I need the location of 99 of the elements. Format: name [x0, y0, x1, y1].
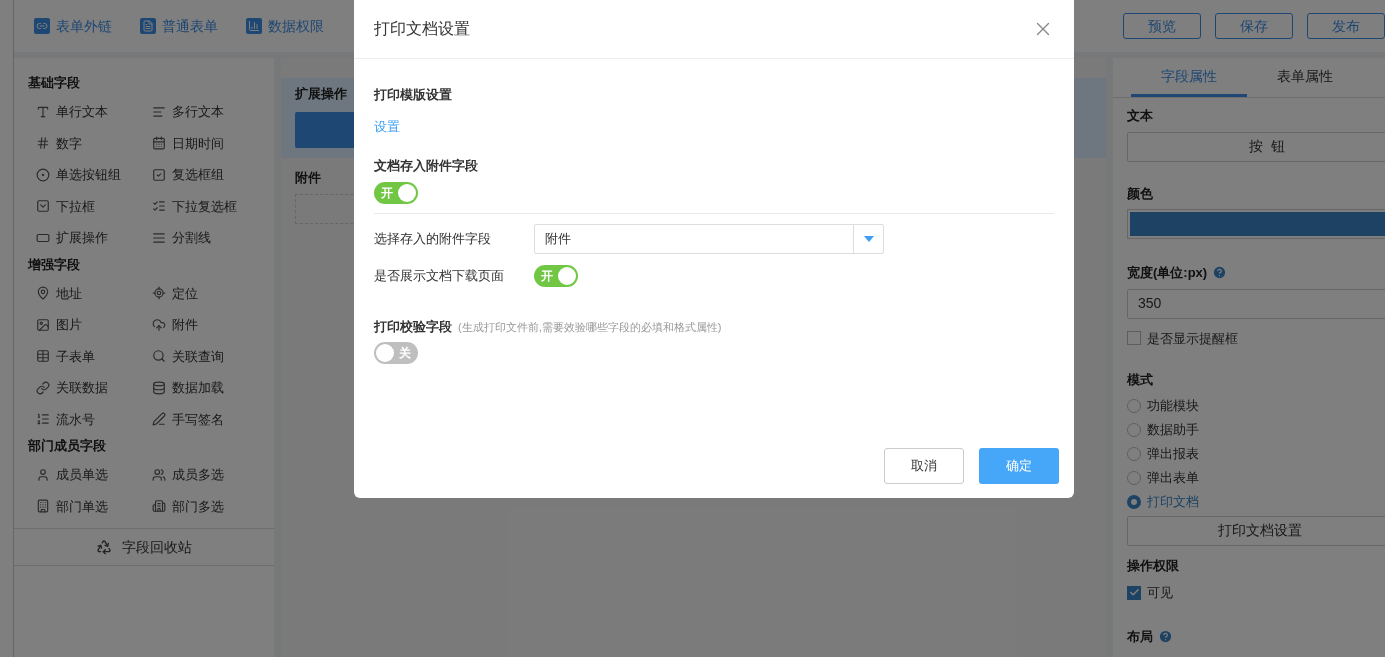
field-label: 是否展示文档下载页面 — [374, 266, 505, 285]
select-field[interactable]: 附件 — [534, 223, 884, 254]
field-item[interactable]: 下拉复选框 — [144, 190, 260, 222]
hint-text: (生成打印文件前,需要效验哪些字段的必填和格式属性) — [458, 319, 722, 335]
radio-button[interactable] — [1127, 494, 1141, 509]
field-type-icon — [152, 104, 166, 119]
caret-icon — [863, 235, 874, 242]
field-item[interactable]: 单选按钮组 — [28, 159, 144, 191]
group-title: 增强字段 — [28, 255, 81, 274]
field-type-icon — [36, 286, 50, 301]
field-type-icon — [36, 380, 50, 395]
recycle-icon — [96, 539, 112, 555]
field-label: 选择存入的附件字段 — [374, 229, 492, 248]
field-type-icon — [36, 467, 50, 482]
radio-label: 功能模块 — [1147, 396, 1199, 415]
recycle-bin-button[interactable]: 字段回收站 — [14, 528, 274, 566]
property-label: 宽度(单位:px) — [1127, 264, 1208, 282]
field-type-icon — [152, 286, 166, 301]
document-icon — [140, 18, 156, 34]
print-settings-button[interactable]: 打印文档设置 — [1127, 515, 1385, 546]
field-item[interactable]: 手写签名 — [144, 403, 260, 435]
property-label: 颜色 — [1127, 184, 1154, 203]
field-type-icon — [36, 104, 50, 119]
field-type-icon — [36, 317, 50, 332]
property-label: 操作权限 — [1127, 556, 1180, 575]
radio-label: 打印文档 — [1147, 492, 1199, 511]
section-label: 打印模版设置 — [374, 86, 453, 104]
field-type-icon — [36, 412, 50, 427]
field-type-icon — [152, 199, 166, 214]
property-label: 布局 — [1127, 627, 1153, 646]
checkbox[interactable] — [1127, 331, 1141, 346]
group-title: 部门成员字段 — [28, 437, 107, 455]
field-item[interactable]: 数据加载 — [144, 372, 260, 404]
field-item[interactable]: 数字 — [28, 127, 144, 159]
field-type-icon — [152, 380, 166, 395]
field-item[interactable]: 部门多选 — [144, 490, 260, 522]
bar-chart-icon — [246, 18, 262, 34]
field-type-icon — [152, 317, 166, 332]
field-item[interactable]: 扩展操作 — [28, 222, 144, 254]
field-item[interactable]: 定位 — [144, 277, 260, 309]
field-item[interactable]: 成员多选 — [144, 459, 260, 491]
field-type-icon — [152, 467, 166, 482]
property-label: 模式 — [1127, 371, 1154, 389]
field-type-icon — [152, 230, 166, 245]
field-item[interactable]: 关联数据 — [28, 372, 144, 404]
help-icon[interactable] — [1212, 265, 1228, 281]
field-type-icon — [36, 136, 50, 151]
checkbox[interactable] — [1127, 585, 1141, 600]
toolbar-button[interactable]: 发布 — [1307, 13, 1385, 39]
radio-label: 弹出表单 — [1147, 468, 1199, 487]
toolbar-link[interactable]: 表单外链 — [56, 15, 112, 37]
field-type-icon — [152, 412, 166, 427]
text-field[interactable]: 按 钮 — [1127, 131, 1385, 162]
field-item[interactable]: 附件 — [144, 309, 260, 341]
confirm-button[interactable]: 确定 — [979, 448, 1059, 484]
field-item[interactable]: 地址 — [28, 277, 144, 309]
field-type-icon — [152, 349, 166, 364]
group-title: 基础字段 — [28, 74, 81, 92]
dialog-title: 打印文档设置 — [374, 19, 470, 39]
field-item[interactable]: 成员单选 — [28, 459, 144, 491]
field-item[interactable]: 关联查询 — [144, 340, 260, 372]
toolbar-link[interactable]: 数据权限 — [268, 15, 324, 37]
field-item[interactable]: 部门单选 — [28, 490, 144, 522]
toolbar-button[interactable]: 保存 — [1215, 13, 1293, 39]
help-icon[interactable] — [1158, 628, 1173, 644]
panel-tab[interactable]: 字段属性 — [1131, 66, 1247, 97]
field-item[interactable]: 流水号 — [28, 403, 144, 435]
settings-link[interactable]: 设置 — [374, 116, 400, 136]
field-type-icon — [36, 167, 50, 182]
field-item[interactable]: 下拉框 — [28, 190, 144, 222]
field-title: 附件 — [295, 169, 321, 187]
link-icon — [34, 18, 50, 34]
field-type-icon — [152, 136, 166, 151]
field-item[interactable]: 单行文本 — [28, 96, 144, 128]
field-item[interactable]: 复选框组 — [144, 159, 260, 191]
field-item[interactable]: 子表单 — [28, 340, 144, 372]
radio-label: 弹出报表 — [1147, 444, 1199, 463]
property-label: 文本 — [1127, 107, 1154, 125]
checkbox-label: 可见 — [1147, 584, 1173, 602]
radio-label: 数据助手 — [1147, 420, 1199, 439]
panel-tab[interactable]: 表单属性 — [1247, 66, 1363, 97]
field-type-icon — [152, 167, 166, 182]
field-item[interactable]: 日期时间 — [144, 127, 260, 159]
field-item[interactable]: 图片 — [28, 309, 144, 341]
color-picker[interactable] — [1127, 209, 1385, 239]
section-label: 打印校验字段 — [374, 317, 452, 336]
field-type-icon — [36, 349, 50, 364]
width-field[interactable]: 350 — [1127, 288, 1385, 319]
field-type-icon — [36, 199, 50, 214]
cancel-button[interactable]: 取消 — [884, 448, 964, 484]
field-item[interactable]: 多行文本 — [144, 96, 260, 128]
toolbar-button[interactable]: 预览 — [1123, 13, 1201, 39]
field-type-icon — [152, 499, 166, 514]
field-item[interactable]: 分割线 — [144, 222, 260, 254]
checkbox-label: 是否显示提醒框 — [1147, 329, 1238, 348]
field-type-icon — [36, 499, 50, 514]
section-label: 文档存入附件字段 — [374, 157, 479, 175]
field-title: 扩展操作 — [295, 85, 347, 103]
toolbar-link[interactable]: 普通表单 — [162, 15, 218, 37]
